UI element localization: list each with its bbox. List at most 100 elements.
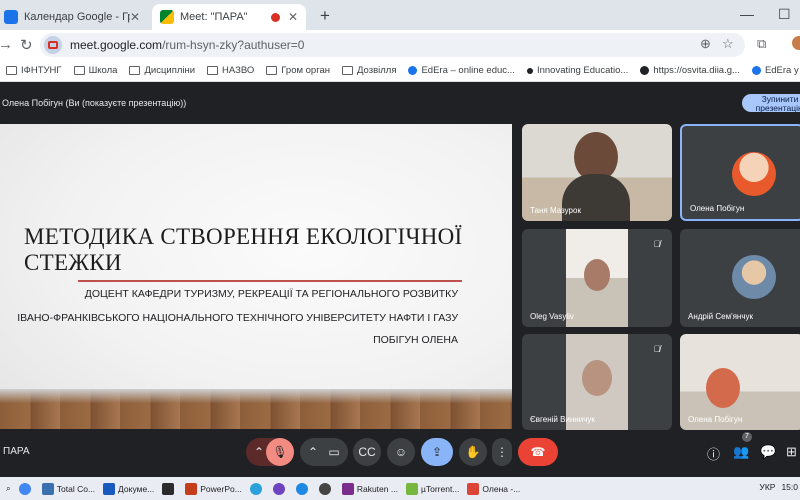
- search-icon[interactable]: ⌕: [6, 483, 11, 494]
- bookmark-label: Дозвілля: [357, 65, 397, 76]
- app-icon[interactable]: [318, 482, 334, 495]
- browser-tab-strip: Календар Google - Графік по ✕ Meet: "ПАР…: [0, 0, 800, 30]
- taskbar-item[interactable]: Rakuten ...: [341, 482, 398, 495]
- people-count-badge: 7: [742, 432, 752, 442]
- participant-tile[interactable]: 🎙̸ Oleg Vasyliv: [522, 229, 672, 327]
- participant-name: Євгеній Винничук: [530, 415, 595, 424]
- bookmark-link[interactable]: EdEra – online educ...: [408, 65, 515, 76]
- meet-icon: [160, 10, 174, 24]
- participant-name: Олена Побігун: [688, 415, 743, 424]
- app-icon[interactable]: [295, 482, 311, 495]
- captions-button[interactable]: CC: [353, 438, 381, 466]
- url-path: /rum-hsyn-zky?authuser=0: [162, 38, 305, 52]
- taskbar-label: PowerPo...: [200, 483, 242, 494]
- meeting-name: ПАРА: [3, 446, 30, 457]
- bookmark-folder[interactable]: Школа: [73, 65, 118, 76]
- taskbar-item[interactable]: PowerPo...: [185, 482, 242, 495]
- participant-video: [582, 360, 612, 396]
- participant-avatar: [732, 152, 776, 196]
- bookmark-label: Гром орган: [281, 65, 330, 76]
- folder-icon: [207, 66, 219, 75]
- taskbar-label: Total Co...: [56, 483, 96, 494]
- leave-call-button[interactable]: ☎: [518, 438, 558, 466]
- slide-title-line: МЕТОДИКА СТВОРЕННЯ ЕКОЛОГІЧНОЇ: [24, 224, 463, 249]
- folder-icon: [73, 66, 85, 75]
- calendar-icon: [4, 10, 18, 24]
- mic-toggle-button[interactable]: 🎙: [266, 438, 294, 466]
- site-info-icon[interactable]: [44, 36, 62, 54]
- bookmark-folder[interactable]: НАЗВО: [207, 65, 254, 76]
- extensions-icon[interactable]: ⧉: [757, 36, 766, 52]
- tab-meet[interactable]: Meet: "ПАРА" ✕: [152, 4, 306, 30]
- lang-indicator[interactable]: УКР: [759, 482, 775, 492]
- more-options-button[interactable]: ⋮: [492, 438, 512, 466]
- bookmark-link[interactable]: https://osvita.diia.g...: [640, 65, 740, 76]
- tab-title: Календар Google - Графік по: [24, 11, 130, 23]
- bookmark-label: НАЗВО: [222, 65, 255, 76]
- bookmark-label: Innovating Educatio...: [536, 65, 629, 76]
- close-icon[interactable]: ✕: [288, 10, 298, 24]
- reload-icon[interactable]: ↻: [20, 36, 33, 54]
- participant-tile[interactable]: Андрій Сем'янчук: [680, 229, 800, 327]
- activities-icon[interactable]: ⊞: [786, 444, 797, 460]
- participant-name: Oleg Vasyliv: [530, 312, 574, 321]
- profile-avatar[interactable]: [792, 36, 800, 50]
- maximize-button[interactable]: ☐: [778, 6, 791, 23]
- clock[interactable]: 15:0: [781, 482, 798, 492]
- info-icon[interactable]: ⓘ: [707, 444, 720, 463]
- bookmark-folder[interactable]: Дозвілля: [342, 65, 396, 76]
- participant-tile[interactable]: Олена Побігун: [680, 334, 800, 430]
- taskbar-item[interactable]: µTorrent...: [405, 482, 459, 495]
- telegram-icon[interactable]: [249, 482, 265, 495]
- bookmark-folder[interactable]: Дисципліни: [129, 65, 195, 76]
- bookmark-link[interactable]: Innovating Educatio...: [526, 65, 629, 76]
- close-icon[interactable]: ✕: [130, 10, 140, 24]
- participant-name: Таня Мазурок: [530, 206, 581, 215]
- minimize-button[interactable]: —: [740, 6, 754, 22]
- bookmark-star-icon[interactable]: ☆: [722, 36, 734, 52]
- slide-title-line: СТЕЖКИ: [24, 250, 122, 275]
- stop-presenting-button[interactable]: Зупинити презентацію: [742, 94, 800, 113]
- folder-icon: [129, 66, 141, 75]
- people-icon[interactable]: 👥: [733, 444, 749, 460]
- taskbar-item[interactable]: Олена -...: [467, 482, 520, 495]
- address-bar[interactable]: meet.google.com /rum-hsyn-zky?authuser=0: [40, 33, 745, 57]
- tab-calendar[interactable]: Календар Google - Графік по ✕: [0, 4, 148, 30]
- taskbar-item[interactable]: Total Co...: [41, 482, 96, 495]
- os-taskbar: ⌕ Total Co... Докуме... PowerPo... Rakut…: [0, 477, 800, 500]
- participant-tile[interactable]: Олена Побігун: [680, 124, 800, 221]
- chrome-icon[interactable]: [18, 482, 34, 495]
- taskbar-item[interactable]: [162, 482, 177, 495]
- taskbar-item[interactable]: Докуме...: [103, 482, 155, 495]
- taskbar-label: Докуме...: [118, 483, 155, 494]
- bookmark-label: ІФНТУНГ: [21, 65, 62, 76]
- zoom-icon[interactable]: ⊕: [700, 36, 711, 52]
- raise-hand-button[interactable]: ✋: [459, 438, 487, 466]
- folder-icon: [342, 66, 353, 75]
- bookmark-folder[interactable]: ІФНТУНГ: [6, 65, 62, 76]
- presenter-label: Олена Побігун (Ви (показуєте презентацію…: [2, 98, 187, 108]
- app-icon[interactable]: [272, 482, 288, 495]
- bookmark-link[interactable]: EdEra у Viber: [751, 65, 800, 76]
- slide-title: МЕТОДИКА СТВОРЕННЯ ЕКОЛОГІЧНОЇ СТЕЖКИ: [24, 224, 484, 276]
- bookmark-label: EdEra у Viber: [764, 65, 800, 76]
- bookmark-label: Школа: [88, 65, 118, 76]
- edera-icon: [408, 66, 418, 75]
- slide-subtitle: ДОЦЕНТ КАФЕДРИ ТУРИЗМУ, РЕКРЕАЦІЇ ТА РЕГ…: [84, 288, 458, 300]
- present-button[interactable]: ⇪: [421, 438, 453, 466]
- participant-name: Олена Побігун: [690, 204, 745, 213]
- browser-toolbar: → ↻ meet.google.com /rum-hsyn-zky?authus…: [0, 30, 800, 60]
- reactions-button[interactable]: ☺: [387, 438, 415, 466]
- chat-icon[interactable]: 💬: [760, 444, 776, 460]
- bookmark-folder[interactable]: Гром орган: [266, 65, 330, 76]
- participant-name: Андрій Сем'янчук: [688, 312, 754, 321]
- meet-control-bar: ПАРА ⌃ 🎙 ⌃ ▭ CC ☺ ⇪ ✋ ⋮ ☎ ⓘ 👥 7 💬 ⊞: [0, 432, 800, 472]
- taskbar-label: Rakuten ...: [356, 483, 398, 494]
- back-arrow-icon[interactable]: →: [0, 36, 13, 53]
- participant-tile[interactable]: 🎙̸ Євгеній Винничук: [522, 334, 672, 430]
- app-icon: [162, 482, 175, 495]
- utorrent-icon: [405, 482, 418, 495]
- camera-toggle-button[interactable]: ▭: [320, 438, 348, 466]
- participant-tile[interactable]: Таня Мазурок: [522, 124, 672, 221]
- new-tab-button[interactable]: +: [320, 6, 330, 26]
